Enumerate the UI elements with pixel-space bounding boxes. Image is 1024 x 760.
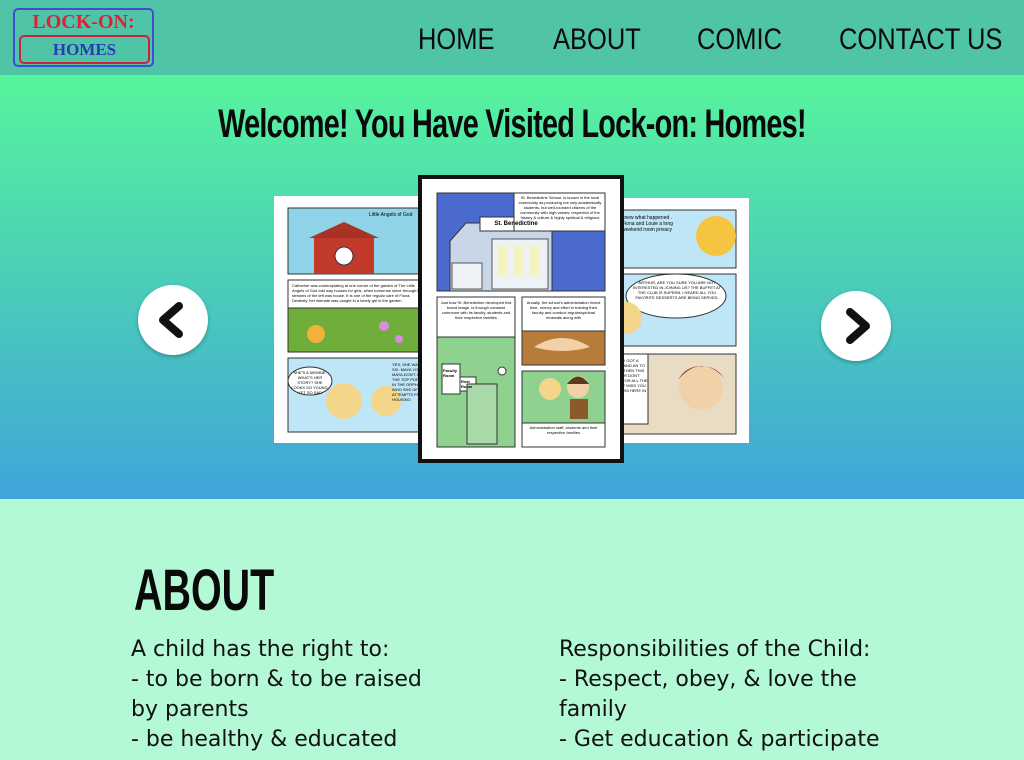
rest-room-sign: Rest Room: [461, 379, 473, 389]
rights-line: - to be born & to be raised: [131, 667, 422, 692]
comic-page-center[interactable]: St. Benedictine School, is known in the …: [418, 175, 624, 463]
responsibilities-column: Responsibilities of the Child: - Respect…: [559, 635, 880, 755]
responsibilities-line: - Get education & participate: [559, 727, 880, 752]
rights-line: A child has the right to:: [131, 637, 390, 662]
logo-line1: LOCK-ON:: [32, 11, 135, 33]
center-page-caption-mid-left: Just how St. Benedictine developed this …: [440, 300, 512, 320]
comic-page-right[interactable]: knew what happened . Fiona and Louie a l…: [606, 198, 749, 443]
responsibilities-line: family: [559, 697, 627, 722]
center-page-caption-mid-right: Anually, the school's administration inv…: [526, 300, 601, 320]
faculty-room-sign: Faculty Room: [443, 368, 458, 378]
carousel-prev-button[interactable]: [138, 285, 208, 355]
right-page-caption-top: knew what happened . Fiona and Louie a l…: [622, 215, 673, 233]
responsibilities-line: Responsibilities of the Child:: [559, 637, 871, 662]
right-page-bubble-1: ARTHUR, ARE YOU SURE YOU ARE NOT INTERES…: [632, 280, 721, 300]
about-heading: ABOUT: [134, 558, 275, 623]
responsibilities-line: - Respect, obey, & love the: [559, 667, 857, 692]
rights-column: A child has the right to: - to be born &…: [131, 635, 431, 755]
rights-line: - be healthy & educated: [131, 727, 398, 752]
hero-section: Welcome! You Have Visited Lock-on: Homes…: [0, 75, 1024, 499]
nav-home-link[interactable]: HOME: [418, 22, 495, 58]
navbar: LOCK-ON: HOMES HOME ABOUT COMIC CONTACT …: [0, 0, 1024, 75]
comic-page-left[interactable]: Little Angels of God Catherine was conte…: [274, 196, 434, 443]
chevron-right-icon: [846, 308, 870, 344]
site-logo[interactable]: LOCK-ON: HOMES: [13, 8, 154, 67]
school-sign: St. Benedictine: [494, 221, 538, 227]
nav-about-link[interactable]: ABOUT: [553, 22, 641, 58]
rights-line: by parents: [131, 697, 249, 722]
logo-line2: HOMES: [19, 35, 150, 64]
left-page-caption-mid: Catherine was contemplating at one corne…: [292, 283, 423, 303]
nav-comic-link[interactable]: COMIC: [697, 22, 782, 58]
about-section: ABOUT A child has the right to: - to be …: [0, 499, 1024, 760]
nav-contact-link[interactable]: CONTACT US: [839, 22, 1002, 58]
chevron-left-icon: [159, 302, 183, 338]
left-page-bubble-1: SHE'S A NEWBIE. WHAT'S HER STORY? SHE LO…: [291, 370, 329, 394]
hero-title: Welcome! You Have Visited Lock-on: Homes…: [218, 102, 806, 146]
carousel-next-button[interactable]: [821, 291, 891, 361]
center-page-caption-bottom: Administration staff, students and their…: [529, 425, 598, 435]
